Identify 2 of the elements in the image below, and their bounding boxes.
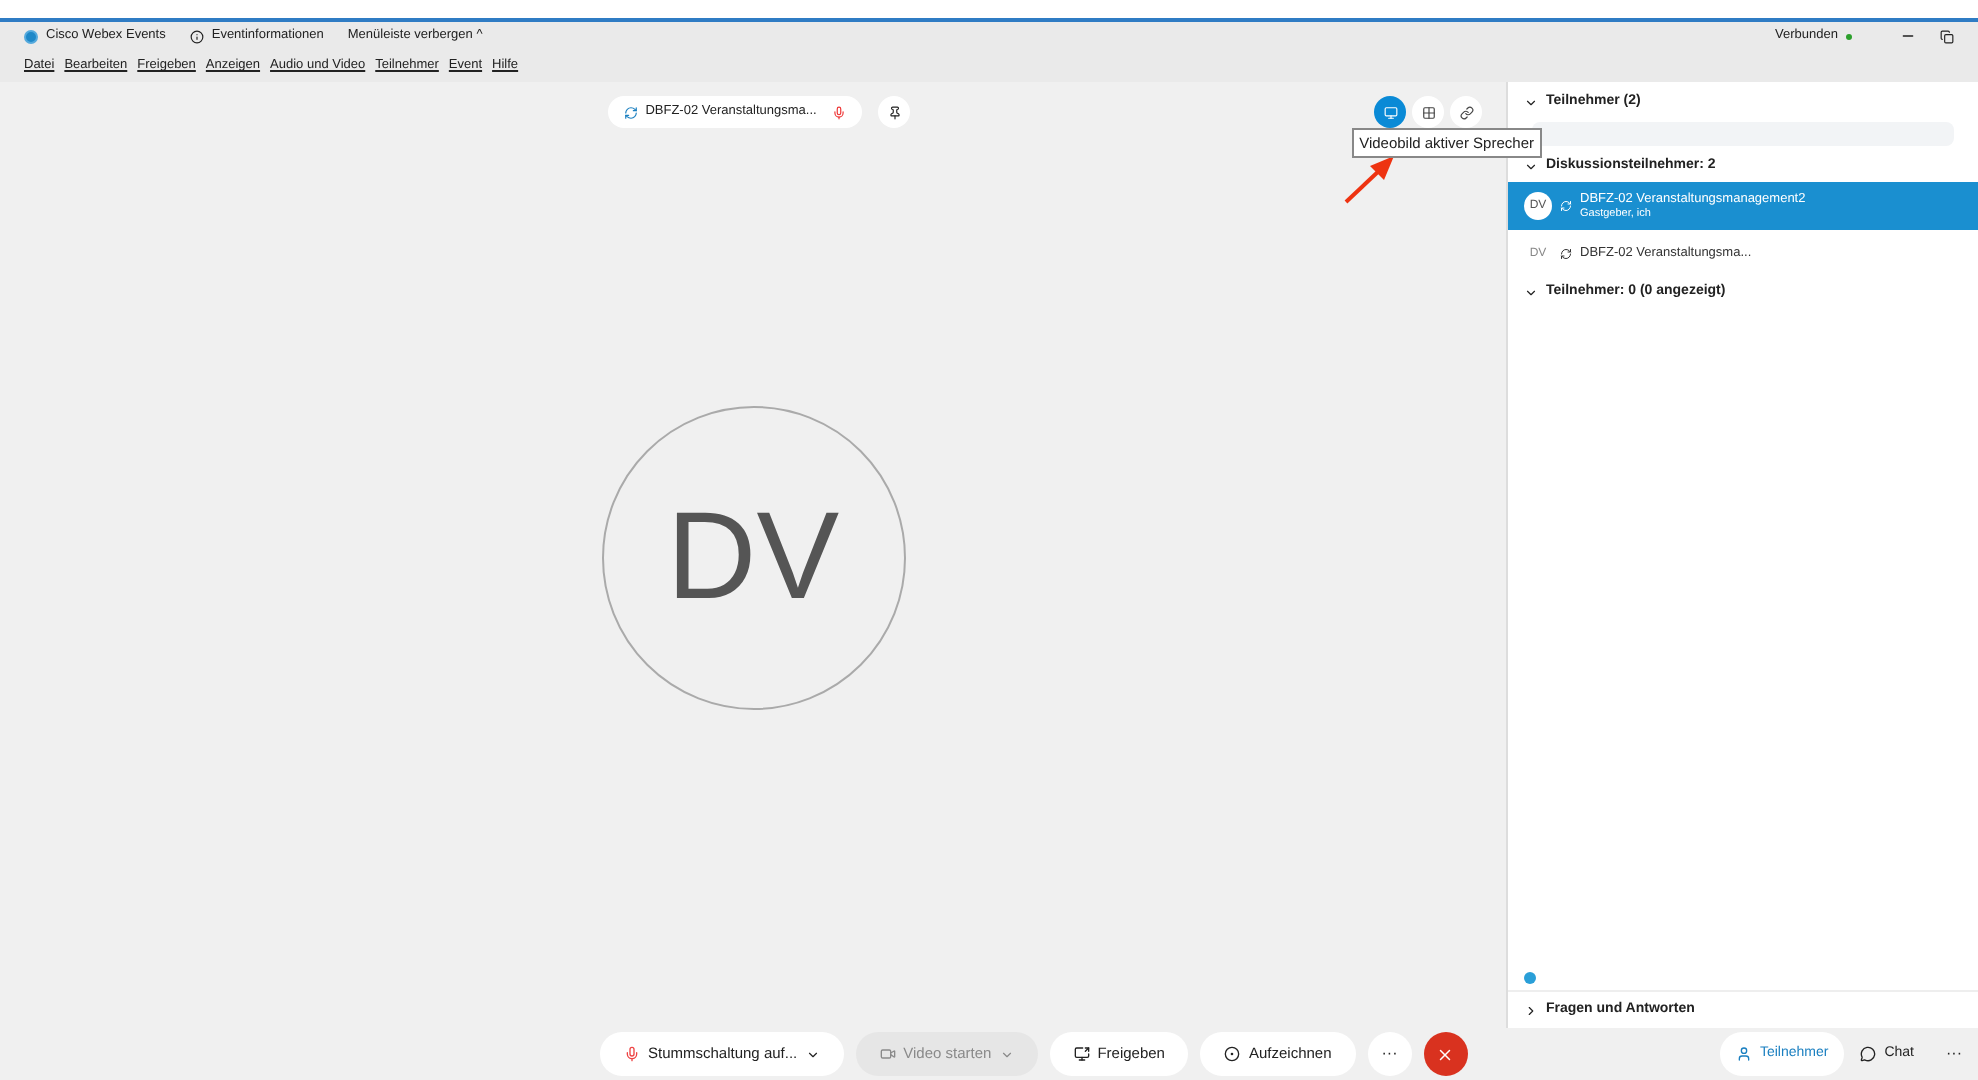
more-button[interactable]: ··· xyxy=(1930,1042,1978,1066)
more-button[interactable]: ··· xyxy=(1367,1032,1412,1076)
